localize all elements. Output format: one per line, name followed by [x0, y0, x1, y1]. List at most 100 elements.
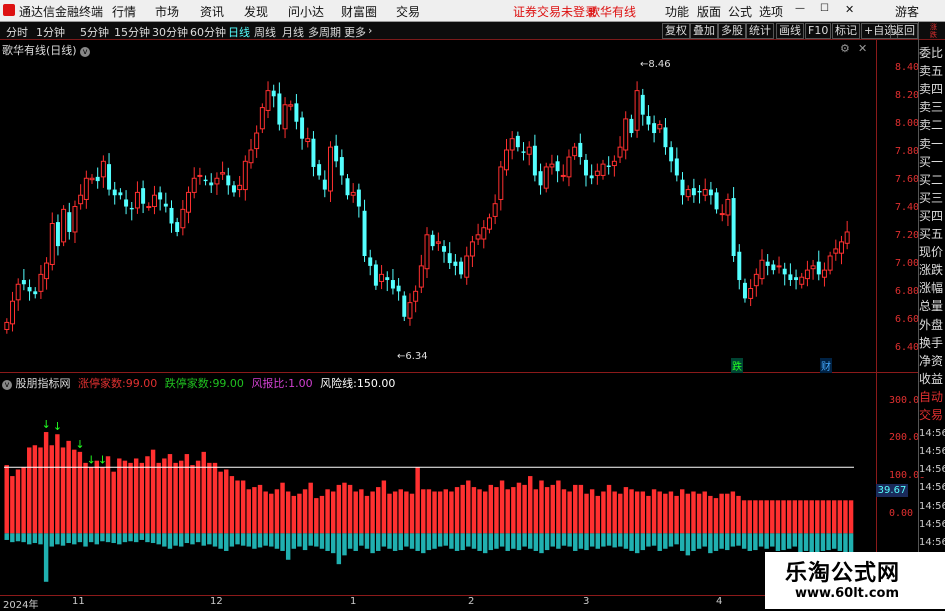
btn-draw[interactable]: 画线	[776, 23, 804, 39]
y-tick-label: 6.60	[895, 314, 920, 325]
right-panel-item: 14:56	[919, 480, 945, 496]
indicator-chart[interactable]: ↓ ↓↓↓ ↓	[0, 388, 876, 595]
right-panel-item: 14:56	[919, 426, 945, 442]
candle-body	[669, 147, 674, 162]
candle-body	[725, 198, 731, 216]
indicator-bar-up	[353, 491, 358, 534]
indicator-bar-down	[437, 533, 443, 547]
candle-body	[151, 194, 157, 208]
indicator-bar-up	[336, 484, 342, 534]
minimize-button[interactable]: —	[795, 3, 805, 14]
marker-cai[interactable]: 财	[820, 358, 832, 373]
indicator-bar-down	[702, 533, 707, 547]
indicator-bar-up	[736, 495, 741, 534]
indicator-bar-up	[308, 482, 313, 534]
period-30min[interactable]: 30分钟	[152, 24, 188, 40]
candle-body	[447, 253, 452, 264]
menu-item-trade[interactable]: 交易	[396, 3, 420, 20]
chevron-right-icon[interactable]: ›	[368, 24, 372, 37]
candle-body	[146, 206, 152, 209]
indicator-bar-down	[471, 533, 477, 549]
menu-item-wealth[interactable]: 财富圈	[341, 3, 377, 20]
period-weekly[interactable]: 周线	[254, 24, 276, 40]
period-5min[interactable]: 5分钟	[80, 24, 109, 40]
indicator-bar-down	[212, 533, 218, 547]
indicator-bar-up	[252, 487, 257, 534]
indicator-bar-up	[634, 491, 640, 534]
candle-body	[134, 191, 140, 209]
indicator-bar-down	[595, 533, 600, 549]
indicator-bar-down	[736, 533, 741, 546]
candle-body	[714, 192, 719, 210]
menu-item-ask[interactable]: 问小达	[288, 3, 324, 20]
indicator-bar-up	[240, 480, 246, 534]
menu-item-market[interactable]: 市场	[155, 3, 179, 20]
candle-body	[339, 157, 344, 176]
period-monthly[interactable]: 月线	[282, 24, 304, 40]
period-1min[interactable]: 1分钟	[36, 24, 65, 40]
candle-body	[504, 149, 509, 171]
menu-item-discover[interactable]: 发现	[244, 3, 268, 20]
period-minute[interactable]: 分时	[6, 24, 28, 40]
indicator-bar-up	[128, 462, 133, 534]
candlestick-chart[interactable]	[0, 40, 876, 372]
indicator-bar-up	[235, 480, 240, 534]
indicator-bar-up	[499, 480, 505, 534]
menu-function[interactable]: 功能	[665, 3, 689, 20]
btn-multi-stock[interactable]: 多股	[718, 23, 746, 39]
btn-back[interactable]: 返回	[890, 23, 918, 39]
indicator-bar-up	[437, 491, 443, 534]
right-panel-item: 买三	[919, 190, 945, 206]
candle-body	[418, 265, 424, 288]
candle-body	[663, 127, 668, 148]
indicator-bar-up	[4, 465, 9, 534]
indicator-bar-down	[347, 533, 353, 549]
indicator-bar-up	[342, 482, 347, 534]
menu-item-quote[interactable]: 行情	[112, 3, 136, 20]
candle-body	[44, 262, 50, 280]
btn-mark[interactable]: 标记	[832, 23, 860, 39]
period-daily[interactable]: 日线	[228, 24, 250, 40]
candle-body	[112, 189, 117, 196]
indicator-bar-down	[364, 533, 370, 549]
btn-f10[interactable]: F10	[805, 23, 832, 39]
candle-body	[271, 90, 276, 97]
indicator-bar-up	[561, 489, 567, 534]
period-60min[interactable]: 60分钟	[190, 24, 226, 40]
btn-overlay[interactable]: 叠加	[690, 23, 718, 39]
period-more[interactable]: 更多	[344, 24, 366, 40]
menu-layout[interactable]: 版面	[697, 3, 721, 20]
indicator-bar-down	[291, 533, 297, 549]
indicator-bar-up	[668, 491, 674, 534]
menu-formula[interactable]: 公式	[728, 3, 752, 20]
btn-restore-right[interactable]: 复权	[662, 23, 690, 39]
maximize-button[interactable]: ☐	[820, 3, 829, 14]
indicator-bar-down	[60, 533, 66, 546]
candle-body	[702, 189, 708, 196]
indicator-bar-up	[21, 467, 26, 534]
login-status[interactable]: 证券交易未登录	[513, 3, 597, 20]
right-panel-item[interactable]: 自动	[919, 389, 945, 405]
btn-stats[interactable]: 统计	[746, 23, 774, 39]
indicator-bar-up	[528, 476, 533, 534]
menu-item-news[interactable]: 资讯	[200, 3, 224, 20]
candle-body	[788, 274, 793, 281]
candle-body	[294, 103, 299, 122]
indicator-bar-down	[781, 533, 786, 551]
user-guest[interactable]: 游客	[895, 3, 919, 20]
indicator-bar-down	[27, 533, 32, 545]
indicator-bar-down	[302, 533, 308, 551]
period-multi[interactable]: 多周期	[308, 24, 341, 40]
indicator-bar-up	[77, 451, 83, 534]
y-tick-label: 7.60	[895, 174, 920, 185]
indicator-bar-up	[809, 500, 814, 534]
indicator-bar-down	[201, 533, 206, 546]
candle-body	[640, 94, 645, 115]
close-button[interactable]: ✕	[845, 3, 854, 16]
indicator-bar-down	[167, 533, 173, 549]
menu-options[interactable]: 选项	[759, 3, 783, 20]
right-panel-item[interactable]: 交易	[919, 408, 945, 423]
period-15min[interactable]: 15分钟	[114, 24, 150, 40]
indicator-bar-down	[786, 533, 792, 549]
marker-die[interactable]: 跌	[731, 358, 743, 373]
